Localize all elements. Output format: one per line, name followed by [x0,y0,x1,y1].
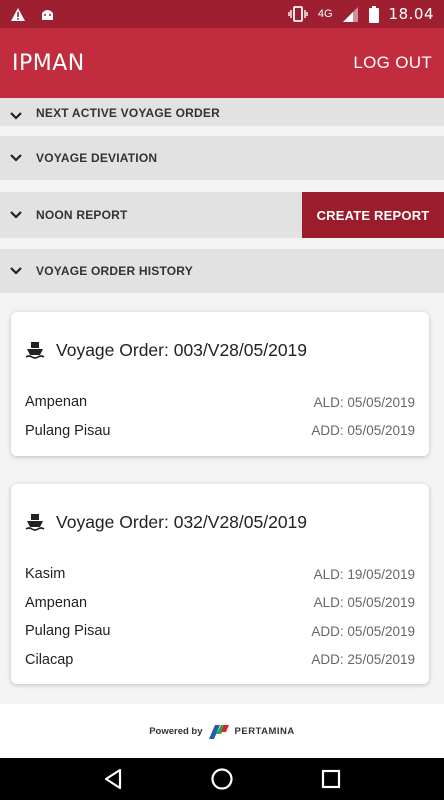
port-name: Pulang Pisau [25,623,111,640]
footer: Powered by PERTAMINA [0,704,444,758]
port-name: Cilacap [25,651,74,668]
port-row: Cilacap ADD: 25/05/2019 [25,646,415,675]
app-title: IPMAN [12,50,85,76]
voyage-order-title: Voyage Order: 003/V28/05/2019 [56,339,308,360]
chevron-down-icon [10,267,26,275]
status-bar: 4G 18.04 [0,0,444,28]
port-date: ALD: 05/05/2019 [313,394,415,410]
port-name: Ampenan [25,594,88,611]
section-voyage-deviation[interactable]: VOYAGE DEVIATION [0,136,444,180]
back-icon[interactable] [103,768,123,790]
voyage-order-card[interactable]: Voyage Order: 032/V28/05/2019 Kasim ALD:… [11,484,429,684]
brand-label: PERTAMINA [234,725,295,737]
system-nav-bar [0,758,444,800]
app-bar: IPMAN LOG OUT [0,28,444,98]
section-label: VOYAGE ORDER HISTORY [36,264,193,278]
section-noon-report[interactable]: NOON REPORT CREATE REPORT [0,192,444,238]
create-report-button[interactable]: CREATE REPORT [302,192,444,238]
network-label: 4G [317,8,333,20]
port-row: Ampenan ALD: 05/05/2019 [25,388,415,417]
logout-button[interactable]: LOG OUT [353,53,432,73]
vibrate-icon [288,6,308,22]
battery-icon [368,5,379,23]
chevron-down-icon [10,112,26,120]
port-name: Kasim [25,566,66,583]
powered-by-label: Powered by [149,725,203,737]
recents-icon[interactable] [321,769,341,789]
port-row: Kasim ALD: 19/05/2019 [25,560,415,589]
port-date: ALD: 19/05/2019 [313,566,415,582]
card-header: Voyage Order: 003/V28/05/2019 [25,312,415,388]
port-row: Ampenan ALD: 05/05/2019 [25,589,415,618]
chevron-down-icon [10,211,26,219]
clock: 18.04 [388,5,434,23]
voyage-order-card[interactable]: Voyage Order: 003/V28/05/2019 Ampenan AL… [11,312,429,456]
ship-icon [25,513,47,531]
port-date: ADD: 25/05/2019 [311,652,415,668]
port-name: Pulang Pisau [25,422,111,439]
section-label: VOYAGE DEVIATION [36,151,158,165]
android-icon [40,7,55,21]
section-label: NEXT ACTIVE VOYAGE ORDER [36,106,220,120]
port-name: Ampenan [25,394,88,411]
chevron-down-icon [10,154,26,162]
home-icon[interactable] [210,767,234,791]
section-next-active-voyage-order[interactable]: NEXT ACTIVE VOYAGE ORDER [0,98,444,126]
signal-icon [342,6,359,22]
section-label: NOON REPORT [36,208,128,222]
port-row: Pulang Pisau ADD: 05/05/2019 [25,417,415,446]
voyage-order-title: Voyage Order: 032/V28/05/2019 [56,511,308,532]
port-row: Pulang Pisau ADD: 05/05/2019 [25,617,415,646]
port-date: ADD: 05/05/2019 [311,423,415,439]
port-date: ALD: 05/05/2019 [313,595,415,611]
card-header: Voyage Order: 032/V28/05/2019 [25,484,415,560]
warning-icon [10,7,26,22]
pertamina-logo-icon [207,722,231,740]
port-date: ADD: 05/05/2019 [311,623,415,639]
ship-icon [25,341,47,359]
section-voyage-order-history[interactable]: VOYAGE ORDER HISTORY [0,249,444,293]
